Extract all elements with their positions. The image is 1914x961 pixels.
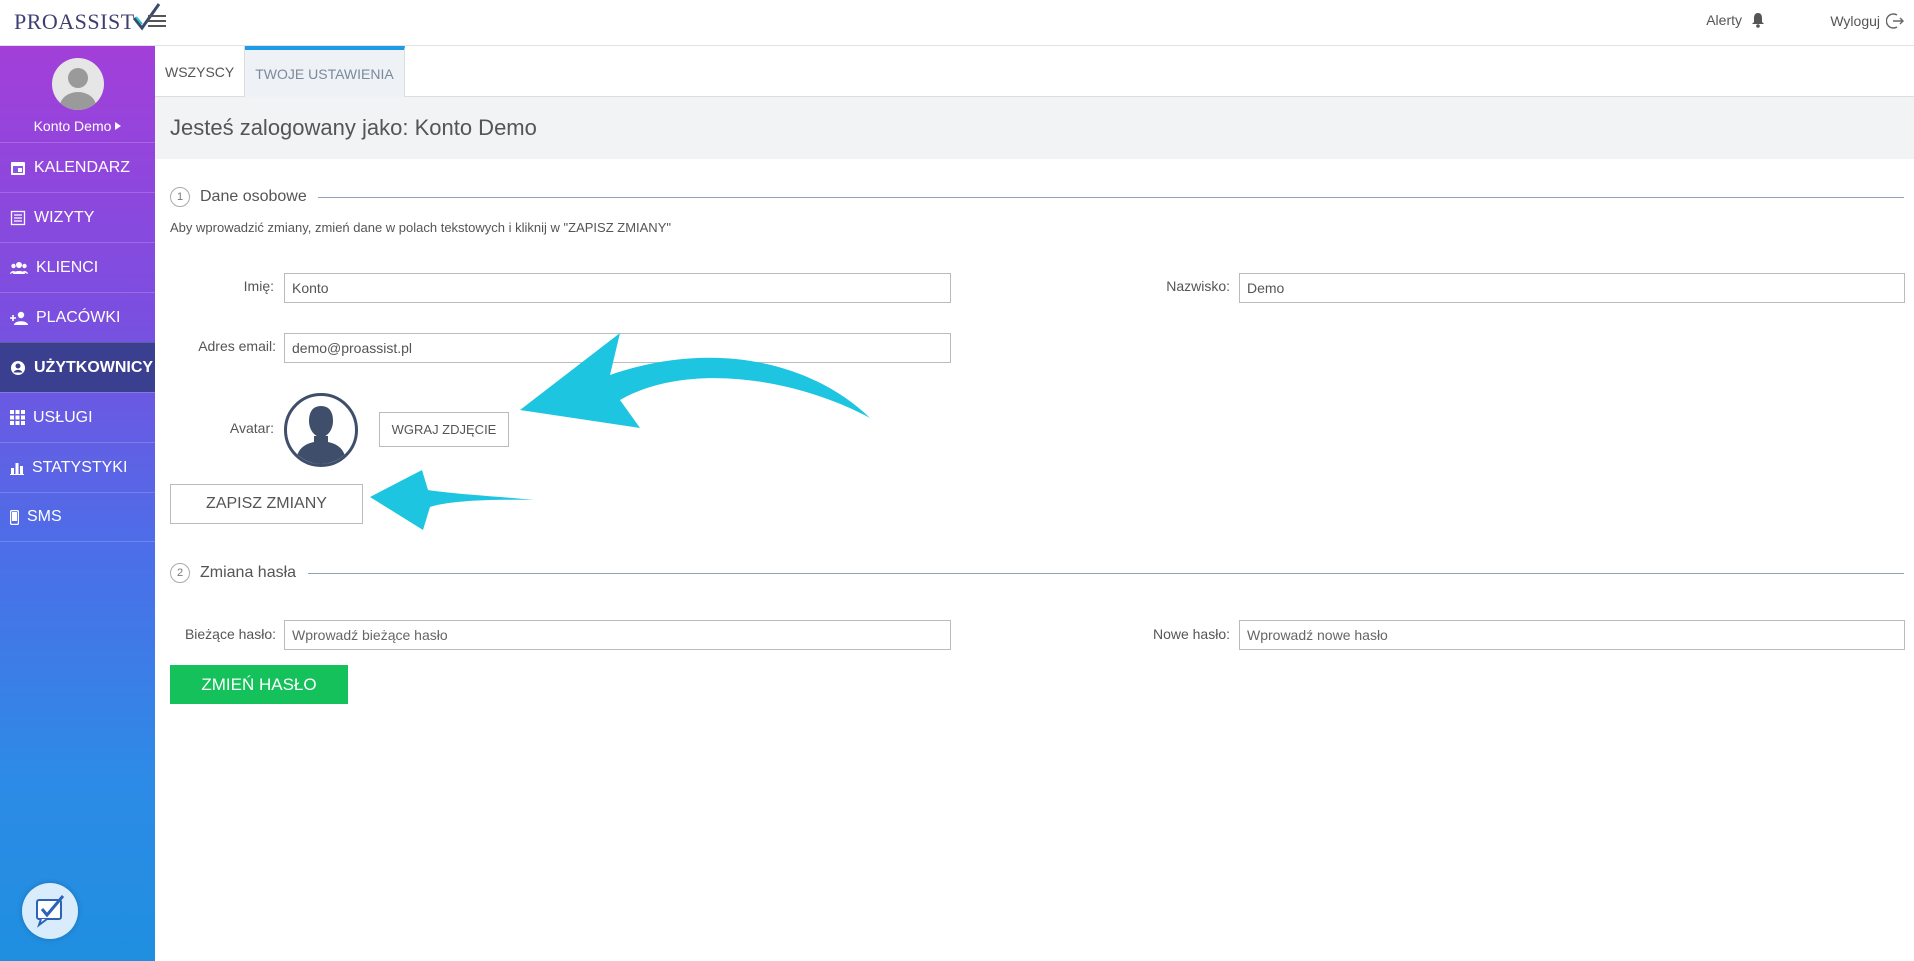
sidebar-item-label: USŁUGI [33, 408, 93, 426]
alerts-button[interactable]: Alerty [1706, 12, 1766, 28]
email-field[interactable] [284, 333, 951, 363]
chat-widget-button[interactable] [22, 883, 78, 939]
menu-toggle-icon[interactable] [148, 12, 166, 28]
user-silhouette-icon [59, 68, 96, 110]
sidebar-item-label: KLIENCI [36, 258, 99, 276]
bar-chart-icon [10, 462, 24, 475]
sidebar: Konto Demo KALENDARZ WIZYTY KLIENCI PLAC… [0, 46, 155, 961]
sidebar-item-kalendarz[interactable]: KALENDARZ [0, 142, 155, 192]
new-password-label: Nowe hasło: [1152, 626, 1230, 642]
step-number: 1 [170, 187, 190, 207]
bell-icon [1752, 13, 1764, 28]
calendar-icon [11, 161, 25, 175]
section-divider [318, 197, 1904, 198]
email-label: Adres email: [198, 338, 276, 354]
sidebar-item-label: KALENDARZ [34, 158, 131, 176]
sidebar-item-wizyty[interactable]: WIZYTY [0, 192, 155, 242]
change-password-button[interactable]: ZMIEŃ HASŁO [170, 665, 348, 704]
alerts-label: Alerty [1706, 12, 1742, 28]
tab-twoje-ustawienia[interactable]: TWOJE USTAWIENIA [245, 46, 405, 97]
sidebar-item-label: UŻYTKOWNICY [34, 358, 154, 376]
section-personal-data-title: 1 Dane osobowe [170, 187, 307, 207]
new-password-field[interactable] [1239, 620, 1905, 650]
sidebar-item-placowki[interactable]: PLACÓWKI [0, 292, 155, 342]
caret-right-icon [115, 122, 122, 130]
person-add-icon [10, 311, 28, 325]
section-password-title: 2 Zmiana hasła [170, 563, 296, 583]
user-silhouette-icon [295, 406, 347, 464]
upload-photo-button[interactable]: WGRAJ ZDJĘCIE [379, 412, 509, 447]
last-name-label: Nazwisko: [1166, 278, 1230, 294]
step-number: 2 [170, 563, 190, 583]
save-changes-button[interactable]: ZAPISZ ZMIANY [170, 484, 363, 524]
logo-text: PROASSIST [14, 9, 135, 34]
logout-icon [1886, 13, 1904, 29]
sidebar-item-sms[interactable]: SMS [0, 492, 155, 542]
section-divider [308, 573, 1904, 574]
section-hint: Aby wprowadzić zmiany, zmień dane w pola… [170, 220, 671, 235]
sidebar-item-label: WIZYTY [34, 208, 95, 226]
avatar-preview [284, 393, 358, 467]
page-heading-bar: Jesteś zalogowany jako: Konto Demo [155, 97, 1914, 159]
list-icon [10, 210, 26, 225]
logout-button[interactable]: Wyloguj [1830, 12, 1904, 30]
logo[interactable]: PROASSIST [14, 3, 161, 37]
phone-icon [10, 509, 19, 525]
annotation-arrow-save [370, 470, 534, 530]
section-title-text: Dane osobowe [200, 188, 307, 205]
avatar [51, 58, 104, 110]
sidebar-item-statystyki[interactable]: STATYSTYKI [0, 442, 155, 492]
chat-check-icon [36, 895, 65, 928]
avatar-label: Avatar: [229, 420, 274, 436]
tab-bar: WSZYSCY TWOJE USTAWIENIA [155, 46, 1914, 97]
logout-label: Wyloguj [1830, 13, 1880, 29]
current-password-label: Bieżące hasło: [184, 626, 276, 642]
sidebar-item-label: PLACÓWKI [36, 308, 121, 326]
sidebar-item-uslugi[interactable]: USŁUGI [0, 392, 155, 442]
page-title: Jesteś zalogowany jako: Konto Demo [170, 115, 537, 140]
first-name-field[interactable] [284, 273, 951, 303]
user-name-text: Konto Demo [33, 118, 112, 134]
sidebar-item-label: SMS [27, 508, 62, 525]
user-circle-icon [11, 360, 25, 375]
people-icon [10, 261, 28, 274]
sidebar-nav: KALENDARZ WIZYTY KLIENCI PLACÓWKI UŻYTKO… [0, 142, 155, 542]
last-name-field[interactable] [1239, 273, 1905, 303]
sidebar-item-klienci[interactable]: KLIENCI [0, 242, 155, 292]
grid-icon [10, 410, 25, 425]
sidebar-user[interactable]: Konto Demo [0, 46, 155, 142]
sidebar-user-name[interactable]: Konto Demo [34, 118, 122, 134]
tab-wszyscy[interactable]: WSZYSCY [155, 46, 246, 97]
current-password-field[interactable] [284, 620, 951, 650]
sidebar-item-label: STATYSTYKI [32, 458, 128, 476]
first-name-label: Imię: [243, 278, 274, 294]
top-bar: PROASSIST Alerty Wyloguj [0, 0, 1914, 46]
sidebar-item-uzytkownicy[interactable]: UŻYTKOWNICY [0, 342, 155, 392]
section-title-text: Zmiana hasła [200, 564, 297, 581]
